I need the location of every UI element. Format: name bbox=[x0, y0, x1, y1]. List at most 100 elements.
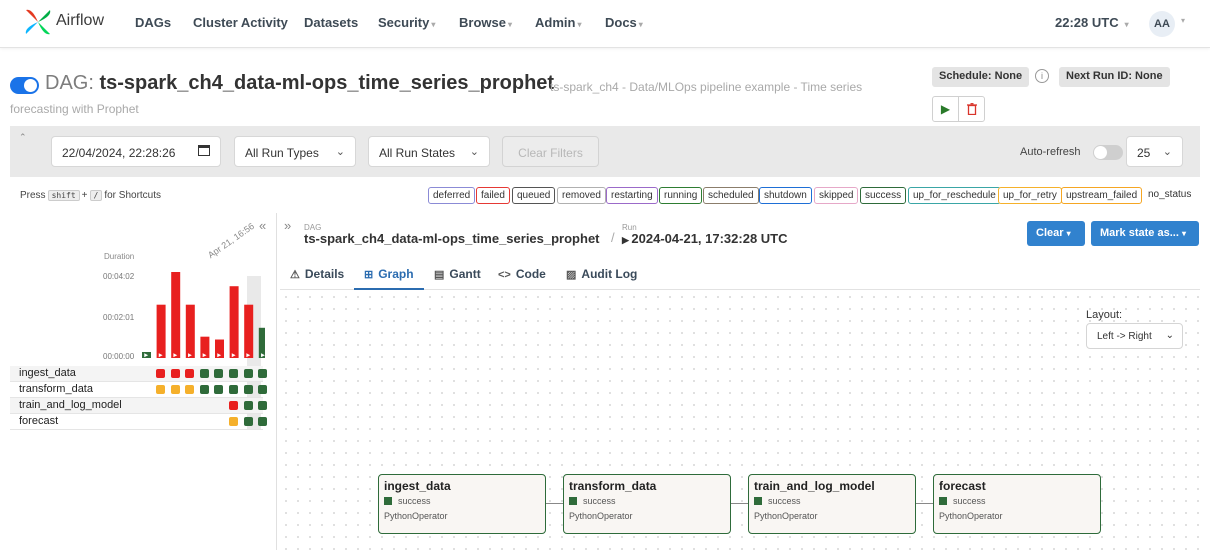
chevron-down-icon: ⌄ bbox=[1162, 146, 1172, 158]
breadcrumb-run[interactable]: ▶ 2024-04-21, 17:32:28 UTC bbox=[622, 231, 788, 246]
task-instance-cell[interactable] bbox=[243, 417, 253, 426]
state-badge-restarting[interactable]: restarting bbox=[606, 187, 658, 204]
tab-audit-log[interactable]: ▨ Audit Log bbox=[566, 258, 646, 290]
tab-details[interactable]: ⚠ Details bbox=[290, 258, 354, 290]
clear-filters-button[interactable]: Clear Filters bbox=[502, 136, 599, 167]
task-name[interactable]: ingest_data bbox=[19, 367, 76, 379]
auto-refresh-toggle[interactable] bbox=[1093, 145, 1123, 160]
task-row-train-and-log-model[interactable]: train_and_log_model bbox=[10, 398, 268, 414]
task-name[interactable]: transform_data bbox=[19, 383, 93, 395]
task-instance-cell[interactable] bbox=[156, 385, 165, 394]
state-badge-failed[interactable]: failed bbox=[476, 187, 510, 204]
brand-name[interactable]: Airflow bbox=[56, 12, 104, 30]
collapse-up-icon[interactable]: ⌃ bbox=[19, 132, 27, 143]
state-badge-no-status[interactable]: no_status bbox=[1144, 187, 1196, 204]
run-type-select[interactable]: All Run Types ⌄ bbox=[234, 136, 356, 167]
run-state-select[interactable]: All Run States ⌄ bbox=[368, 136, 490, 167]
state-badge-removed[interactable]: removed bbox=[557, 187, 606, 204]
dag-name-link[interactable]: ts-spark_ch4_data-ml-ops_time_series_pro… bbox=[99, 72, 554, 94]
graph-node-train-and-log-model[interactable]: train_and_log_model success PythonOperat… bbox=[748, 474, 916, 534]
task-instance-cell[interactable] bbox=[185, 385, 195, 394]
duration-axis-label: Duration bbox=[104, 252, 135, 261]
play-icon: ▶ bbox=[159, 353, 163, 359]
task-instance-cell[interactable] bbox=[229, 401, 238, 410]
tab-gantt[interactable]: ▤ Gantt bbox=[434, 258, 494, 290]
nav-security[interactable]: Security ▾ bbox=[378, 15, 435, 30]
task-instance-cell[interactable] bbox=[170, 385, 180, 394]
task-instance-cell[interactable] bbox=[199, 385, 209, 394]
state-badge-shutdown[interactable]: shutdown bbox=[759, 187, 812, 204]
layout-select[interactable]: Left -> Right ⌄ bbox=[1086, 323, 1183, 349]
state-badge-deferred[interactable]: deferred bbox=[428, 187, 476, 204]
graph-node-transform-data[interactable]: transform_data success PythonOperator bbox=[563, 474, 731, 534]
panel-divider[interactable] bbox=[276, 213, 277, 550]
airflow-logo-icon[interactable] bbox=[22, 6, 54, 38]
calendar-icon[interactable] bbox=[198, 145, 210, 156]
task-instance-cell[interactable] bbox=[243, 385, 253, 394]
graph-node-forecast[interactable]: forecast success PythonOperator bbox=[933, 474, 1101, 534]
nav-browse[interactable]: Browse ▾ bbox=[459, 15, 512, 30]
timezone-clock[interactable]: 22:28 UTC ▾ bbox=[1055, 15, 1129, 30]
dag-pause-toggle[interactable] bbox=[10, 77, 39, 94]
play-icon: ▶ bbox=[188, 353, 192, 359]
state-badge-up-for-reschedule[interactable]: up_for_reschedule bbox=[908, 187, 1001, 204]
task-instance-cell[interactable] bbox=[185, 369, 195, 378]
task-instance-cell[interactable] bbox=[258, 385, 268, 394]
task-instance-cell[interactable] bbox=[258, 417, 268, 426]
status-square-icon bbox=[569, 497, 577, 505]
run-bar[interactable] bbox=[244, 304, 254, 358]
state-badge-scheduled[interactable]: scheduled bbox=[703, 187, 759, 204]
run-bar[interactable] bbox=[156, 304, 166, 358]
run-bar[interactable] bbox=[185, 304, 195, 358]
breadcrumb-dag[interactable]: ts-spark_ch4_data-ml-ops_time_series_pro… bbox=[304, 231, 600, 246]
task-row-transform-data[interactable]: transform_data bbox=[10, 382, 268, 398]
graph-node-ingest-data[interactable]: ingest_data success PythonOperator bbox=[378, 474, 546, 534]
state-badge-skipped[interactable]: skipped bbox=[814, 187, 859, 204]
nav-admin[interactable]: Admin ▾ bbox=[535, 15, 581, 30]
state-badge-upstream-failed[interactable]: upstream_failed bbox=[1061, 187, 1143, 204]
delete-dag-button[interactable] bbox=[958, 96, 985, 122]
chevron-down-icon[interactable]: ▾ bbox=[1181, 16, 1185, 25]
run-bar[interactable] bbox=[171, 272, 181, 358]
task-instance-cell[interactable] bbox=[243, 369, 253, 378]
task-instance-cell[interactable] bbox=[258, 369, 268, 378]
graph-edge bbox=[546, 503, 563, 504]
task-instance-cell[interactable] bbox=[199, 369, 209, 378]
nav-cluster-activity[interactable]: Cluster Activity bbox=[193, 15, 288, 30]
state-badge-queued[interactable]: queued bbox=[512, 187, 556, 204]
nav-datasets[interactable]: Datasets bbox=[304, 15, 358, 30]
top-navbar: Airflow DAGs Cluster Activity Datasets S… bbox=[0, 0, 1210, 48]
task-instance-cell[interactable] bbox=[229, 385, 238, 394]
state-badge-running[interactable]: running bbox=[659, 187, 703, 204]
gantt-icon: ▤ bbox=[434, 269, 445, 281]
task-name[interactable]: train_and_log_model bbox=[19, 399, 122, 411]
task-instance-cell[interactable] bbox=[214, 385, 224, 394]
task-name[interactable]: forecast bbox=[19, 415, 58, 427]
task-instance-cell[interactable] bbox=[258, 401, 268, 410]
task-instance-cell[interactable] bbox=[243, 401, 253, 410]
task-instance-cell[interactable] bbox=[156, 369, 165, 378]
task-instance-cell[interactable] bbox=[229, 417, 238, 426]
task-instance-cell[interactable] bbox=[214, 369, 224, 378]
trigger-dag-button[interactable]: ▶ bbox=[932, 96, 959, 122]
mark-state-button[interactable]: Mark state as... ▾ bbox=[1091, 221, 1199, 246]
task-instance-cell[interactable] bbox=[170, 369, 180, 378]
state-badge-success[interactable]: success bbox=[860, 187, 907, 204]
tab-code[interactable]: <> Code bbox=[498, 258, 554, 290]
user-avatar[interactable]: AA bbox=[1149, 11, 1175, 37]
nav-docs[interactable]: Docs ▾ bbox=[605, 15, 643, 30]
info-icon[interactable]: i bbox=[1035, 69, 1049, 83]
nav-dags[interactable]: DAGs bbox=[135, 15, 171, 30]
state-badge-up-for-retry[interactable]: up_for_retry bbox=[998, 187, 1062, 204]
run-bar[interactable] bbox=[229, 286, 239, 358]
dag-description-cont: forecasting with Prophet bbox=[10, 102, 139, 116]
task-row-ingest-data[interactable]: ingest_data bbox=[10, 366, 268, 382]
task-row-forecast[interactable]: forecast bbox=[10, 414, 268, 430]
page-size-select[interactable]: 25 ⌄ bbox=[1126, 136, 1183, 167]
collapse-grid-icon[interactable]: « bbox=[259, 218, 266, 233]
clear-run-button[interactable]: Clear ▾ bbox=[1027, 221, 1085, 246]
tab-graph[interactable]: ⊞ Graph bbox=[354, 258, 424, 290]
task-instance-cell[interactable] bbox=[229, 369, 238, 378]
expand-panel-icon[interactable]: » bbox=[284, 218, 291, 233]
base-date-input[interactable]: 22/04/2024, 22:28:26 bbox=[51, 136, 221, 167]
